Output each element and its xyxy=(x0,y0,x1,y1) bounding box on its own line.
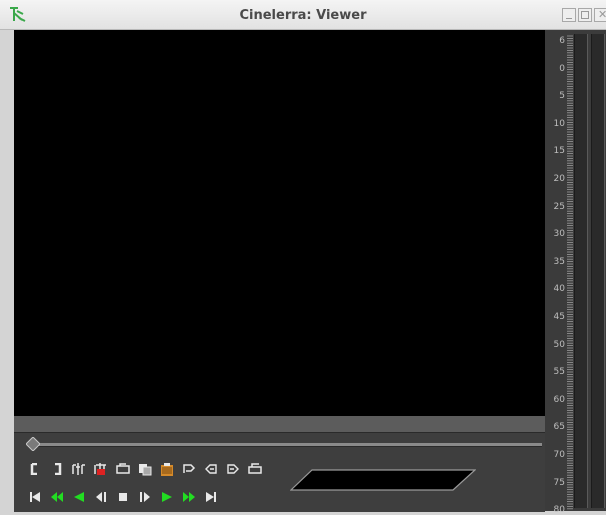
splice-icon xyxy=(72,463,85,475)
meter-scale-label: 45 xyxy=(553,312,565,322)
frame-back-button[interactable] xyxy=(92,488,110,506)
audio-meter-panel: 6 0 5 10 15 20 25 30 35 40 45 50 55 60 65 70 75 80 xyxy=(545,30,606,515)
play-button[interactable] xyxy=(158,488,176,506)
fast-reverse-button[interactable] xyxy=(48,488,66,506)
meter-scale-label: 60 xyxy=(553,394,565,405)
meter-scale-label: 50 xyxy=(553,339,565,350)
maximize-button[interactable] xyxy=(578,8,592,22)
meter-scale-label: 5 xyxy=(559,91,565,102)
reverse-play-icon xyxy=(74,492,84,502)
next-label-button[interactable] xyxy=(224,460,242,478)
canvas-status-strip xyxy=(14,416,545,432)
meter-scale-label: 70 xyxy=(553,450,565,460)
in-point-button[interactable] xyxy=(26,460,44,478)
undo-button[interactable] xyxy=(246,460,264,478)
reverse-play-button[interactable] xyxy=(70,488,88,506)
prev-label-icon xyxy=(205,464,217,474)
paste-icon xyxy=(161,462,173,476)
fast-forward-button[interactable] xyxy=(180,488,198,506)
skip-back-icon xyxy=(30,492,40,502)
timecode-display xyxy=(290,469,476,491)
meter-scale-label: 40 xyxy=(553,284,565,295)
rewind-to-start-button[interactable] xyxy=(26,488,44,506)
paste-button[interactable] xyxy=(158,460,176,478)
meter-scale-label: 75 xyxy=(553,477,565,488)
title-bar[interactable]: Cinelerra: Viewer xyxy=(0,0,606,30)
fast-reverse-icon xyxy=(51,492,63,502)
stop-icon xyxy=(119,493,127,501)
play-icon xyxy=(162,492,172,502)
meter-scale-label: 10 xyxy=(553,118,565,129)
out-point-button[interactable] xyxy=(48,460,66,478)
undo-icon xyxy=(248,463,262,474)
minimize-button[interactable] xyxy=(562,8,576,22)
frame-back-icon xyxy=(96,492,106,502)
stop-button[interactable] xyxy=(114,488,132,506)
out-point-icon xyxy=(55,463,62,475)
meter-channel-1 xyxy=(574,34,588,508)
frame-forward-button[interactable] xyxy=(136,488,154,506)
meter-scale-label: 25 xyxy=(553,201,565,212)
viewer-window: 6 0 5 10 15 20 25 30 35 40 45 50 55 60 65 70 75 80 xyxy=(14,30,606,515)
meter-scale-label: 15 xyxy=(553,146,565,157)
copy-button[interactable] xyxy=(136,460,154,478)
prev-label-button[interactable] xyxy=(202,460,220,478)
meter-scale-label: 35 xyxy=(553,256,565,267)
splice-button[interactable] xyxy=(70,460,88,478)
slider-thumb[interactable] xyxy=(26,437,40,451)
frame-forward-icon xyxy=(140,492,150,502)
copy-icon xyxy=(139,463,152,475)
meter-scale-label: 55 xyxy=(553,367,565,378)
skip-forward-icon xyxy=(206,492,216,502)
meter-scale-ticks xyxy=(567,35,573,510)
to-clip-icon xyxy=(116,463,130,474)
viewer-controls xyxy=(14,432,545,512)
meter-scale-label: 30 xyxy=(553,229,565,240)
to-clip-button[interactable] xyxy=(114,460,132,478)
next-label-icon xyxy=(227,464,239,474)
timeline-slider[interactable] xyxy=(30,443,542,447)
close-button[interactable] xyxy=(594,8,606,22)
video-canvas[interactable] xyxy=(14,30,545,416)
overwrite-icon xyxy=(94,463,106,475)
meter-scale-label: 0 xyxy=(559,63,565,74)
window-title: Cinelerra: Viewer xyxy=(239,8,367,23)
fast-forward-icon xyxy=(183,492,195,502)
overwrite-button[interactable] xyxy=(92,460,110,478)
meter-scale-label: 65 xyxy=(553,422,565,433)
meter-scale-label: 6 xyxy=(559,36,565,46)
meter-scale-label: 20 xyxy=(553,174,565,184)
label-icon xyxy=(183,464,196,473)
meter-channel-2 xyxy=(591,34,605,508)
in-point-icon xyxy=(30,463,37,475)
label-button[interactable] xyxy=(180,460,198,478)
end-button[interactable] xyxy=(202,488,220,506)
